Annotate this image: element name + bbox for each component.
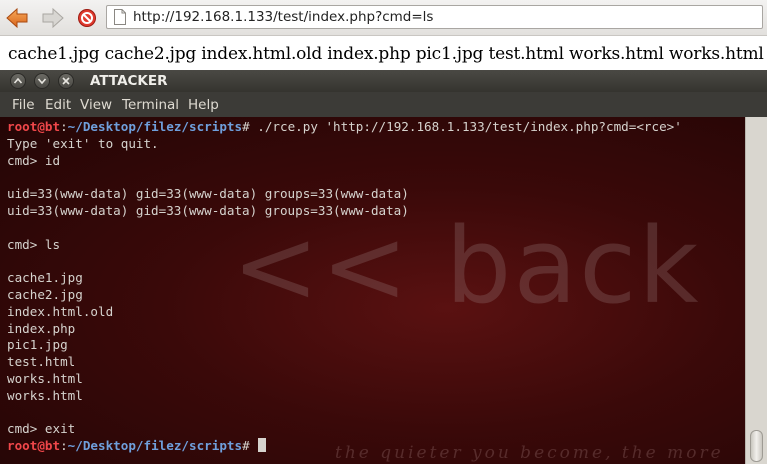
terminal-output-line: cache2.jpg bbox=[7, 286, 83, 302]
terminal-prompt-line: root@bt:~/Desktop/filez/scripts# bbox=[7, 438, 682, 455]
browser-toolbar: http://192.168.1.133/test/index.php?cmd=… bbox=[0, 0, 767, 36]
page-icon bbox=[114, 9, 126, 25]
menu-help[interactable]: Help bbox=[188, 97, 219, 113]
terminal-output-line: uid=33(www-data) gid=33(www-data) groups… bbox=[7, 202, 409, 218]
terminal-output-line: cache1.jpg bbox=[7, 270, 83, 286]
close-x-icon bbox=[62, 77, 70, 85]
command-text bbox=[250, 438, 258, 453]
command-text: ./rce.py 'http://192.168.1.133/test/inde… bbox=[249, 119, 682, 134]
terminal-output-line: index.php bbox=[7, 320, 76, 336]
terminal-output-line: index.html.old bbox=[7, 303, 114, 319]
back-button[interactable] bbox=[4, 6, 30, 30]
prompt-user: root@bt bbox=[7, 438, 61, 454]
terminal-output-line: works.html bbox=[7, 370, 83, 386]
window-minimize-button[interactable] bbox=[34, 73, 50, 89]
terminal-output-line: uid=33(www-data) gid=33(www-data) groups… bbox=[7, 186, 409, 202]
chevron-up-icon bbox=[13, 77, 23, 84]
window-close-button[interactable] bbox=[10, 73, 26, 89]
prompt-user: root@bt bbox=[7, 119, 61, 134]
prompt-separator: : bbox=[60, 438, 68, 454]
terminal-output-line: cmd> id bbox=[7, 152, 61, 168]
window-titlebar[interactable]: ATTACKER bbox=[0, 70, 767, 92]
terminal-area[interactable]: << back | track the quieter you become, … bbox=[0, 117, 745, 464]
terminal-cursor bbox=[258, 438, 267, 453]
window-maximize-button[interactable] bbox=[58, 73, 74, 89]
window-title: ATTACKER bbox=[90, 73, 168, 89]
terminal-menubar: File Edit View Terminal Help bbox=[0, 92, 767, 117]
chevron-down-icon bbox=[37, 78, 47, 85]
forward-button[interactable] bbox=[40, 6, 66, 30]
terminal-output-line: works.html bbox=[7, 387, 83, 403]
stop-button[interactable] bbox=[74, 6, 100, 30]
stop-icon bbox=[78, 9, 96, 27]
prompt-symbol: # bbox=[242, 438, 250, 454]
menu-terminal[interactable]: Terminal bbox=[122, 97, 179, 113]
prompt-path: ~/Desktop/filez/scripts bbox=[67, 438, 243, 454]
menu-edit[interactable]: Edit bbox=[45, 97, 71, 113]
terminal-output-line: Type 'exit' to quit. bbox=[7, 135, 159, 151]
back-arrow-icon bbox=[6, 7, 28, 29]
menu-view[interactable]: View bbox=[80, 97, 112, 113]
menu-file[interactable]: File bbox=[12, 97, 35, 113]
terminal-prompt-line: root@bt:~/Desktop/filez/scripts# ./rce.p… bbox=[7, 119, 682, 136]
address-bar[interactable]: http://192.168.1.133/test/index.php?cmd=… bbox=[106, 5, 763, 29]
terminal-output-line: cmd> ls bbox=[7, 236, 61, 252]
page-output-text: cache1.jpg cache2.jpg index.html.old ind… bbox=[8, 44, 764, 64]
prompt-path: ~/Desktop/filez/scripts bbox=[67, 119, 243, 134]
forward-arrow-icon bbox=[42, 7, 64, 29]
terminal-scrollbar[interactable] bbox=[745, 117, 767, 464]
prompt-symbol: # bbox=[242, 119, 250, 134]
terminal-output-line: test.html bbox=[7, 354, 76, 370]
terminal-output-line: pic1.jpg bbox=[7, 337, 68, 353]
terminal-output-line: cmd> exit bbox=[7, 421, 76, 437]
terminal-window: ATTACKER File Edit View Terminal Help <<… bbox=[0, 70, 767, 464]
terminal-output: root@bt:~/Desktop/filez/scripts# ./rce.p… bbox=[7, 119, 682, 455]
prompt-separator: : bbox=[60, 119, 68, 134]
scrollbar-thumb[interactable] bbox=[750, 430, 763, 462]
url-text[interactable]: http://192.168.1.133/test/index.php?cmd=… bbox=[133, 9, 433, 25]
